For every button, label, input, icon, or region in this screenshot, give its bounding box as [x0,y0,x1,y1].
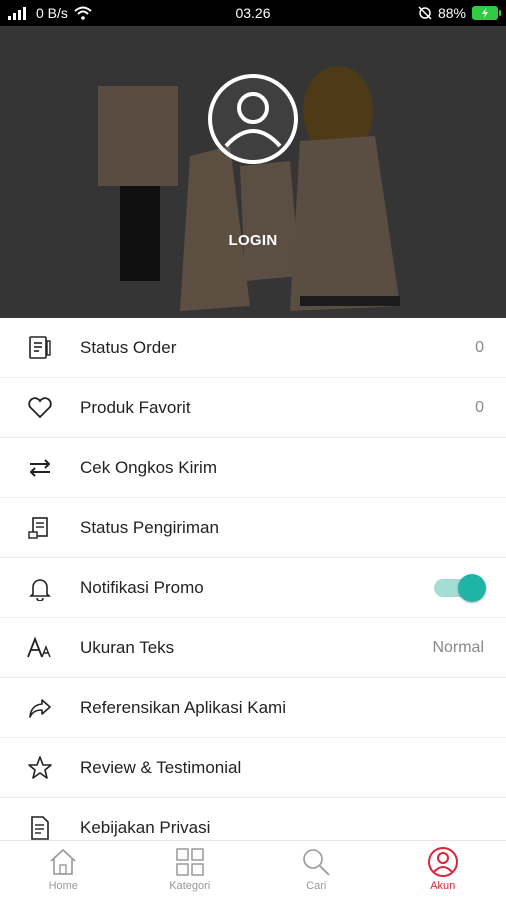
profile-header: LOGIN [0,26,506,318]
menu-label: Review & Testimonial [80,757,242,777]
nav-label: Akun [430,880,456,892]
menu-label: Kebijakan Privasi [80,817,211,837]
shipping-list-icon [26,514,54,542]
text-size-icon [26,634,54,662]
status-bar: 0 B/s 03.26 88% [0,0,506,26]
battery-icon [472,6,501,20]
order-list-icon [26,334,54,362]
account-menu: Status Order 0 Produk Favorit 0 Cek Ongk… [0,318,506,858]
nav-home[interactable]: Home [0,841,127,900]
nav-akun[interactable]: Akun [380,841,506,900]
promo-notification-toggle[interactable] [434,573,486,602]
nav-cari[interactable]: Cari [253,841,380,900]
document-icon [26,814,54,842]
menu-item-referensikan[interactable]: Referensikan Aplikasi Kami [0,678,506,738]
login-button[interactable]: LOGIN [0,232,506,249]
menu-item-status-pengiriman[interactable]: Status Pengiriman [0,498,506,558]
order-count: 0 [475,338,484,356]
menu-label: Notifikasi Promo [80,577,204,597]
user-circle-icon [426,845,460,879]
alarm-off-icon [418,6,432,20]
nav-label: Kategori [169,880,211,892]
menu-item-ukuran-teks[interactable]: Ukuran Teks Normal [0,618,506,678]
menu-item-review-testimonial[interactable]: Review & Testimonial [0,738,506,798]
user-icon [224,92,282,148]
home-icon [46,845,80,879]
heart-icon [26,394,54,422]
menu-item-status-order[interactable]: Status Order 0 [0,318,506,378]
nav-label: Cari [306,880,327,892]
search-icon [299,845,333,879]
star-icon [26,754,54,782]
menu-label: Status Order [80,337,177,357]
nav-kategori[interactable]: Kategori [127,841,254,900]
menu-item-notifikasi-promo[interactable]: Notifikasi Promo [0,558,506,618]
bell-icon [26,574,54,602]
bottom-navigation: Home Kategori Cari Akun [0,840,506,900]
menu-label: Ukuran Teks [80,637,175,657]
grid-icon [173,845,207,879]
menu-label: Cek Ongkos Kirim [80,457,217,477]
text-size-value: Normal [432,638,484,656]
battery-percent: 88% [437,5,466,21]
menu-label: Referensikan Aplikasi Kami [80,697,286,717]
favorite-count: 0 [475,398,484,416]
menu-label: Status Pengiriman [80,517,219,537]
menu-label: Produk Favorit [80,397,191,417]
share-arrow-icon [26,694,54,722]
menu-item-produk-favorit[interactable]: Produk Favorit 0 [0,378,506,438]
nav-label: Home [48,880,78,892]
swap-arrows-icon [26,454,54,482]
login-avatar-button[interactable] [208,74,298,164]
menu-item-cek-ongkos-kirim[interactable]: Cek Ongkos Kirim [0,438,506,498]
